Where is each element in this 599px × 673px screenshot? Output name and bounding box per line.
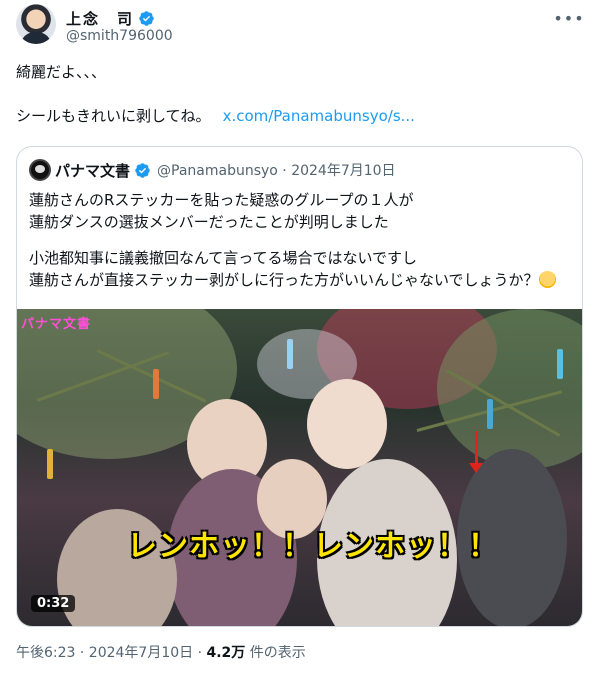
quoted-text-line: 蓮舫ダンスの選抜メンバーだったことが判明しました [29,213,389,231]
quoted-handle-date: @Panamabunsyo · 2024年7月10日 [157,163,396,179]
quoted-text-line: 蓮舫さんが直接ステッカー剥がしに行った方がいいんじゃないでしょうか？ [29,269,569,291]
red-arrow-annotation [469,431,483,473]
avatar[interactable] [16,4,56,44]
view-count-label: 件の表示 [245,645,306,661]
verified-badge-icon [139,11,154,26]
quoted-tweet[interactable]: パナマ文書 @Panamabunsyo · 2024年7月10日 蓮舫さんのRス… [16,146,583,627]
view-count: 4.2万 [206,645,246,661]
tweet-text-line: 綺麗だよ、、、 [16,63,107,81]
thinking-face-emoji-icon [538,271,556,288]
tanzaku-strip [153,369,159,399]
author-display-name[interactable]: 上念 司 [66,8,134,29]
author-name-row: 上念 司 [66,8,155,29]
tweet-text: 綺麗だよ、、、 シールもきれいに剥してね。 x.com/Panamabunsyo/… [16,62,576,126]
quoted-avatar[interactable] [29,159,51,181]
quoted-text-segment: 蓮舫さんが直接ステッカー剥がしに行った方がいいんじゃないでしょうか？ [29,271,539,289]
quoted-display-name[interactable]: パナマ文書 [55,160,130,181]
author-handle[interactable]: @smith796000 [66,28,173,44]
video-duration-badge: 0:32 [31,595,76,612]
tweet-meta: 午後6:23 · 2024年7月10日 · 4.2万 件の表示 [16,642,306,662]
more-options-icon[interactable]: ••• [553,8,583,28]
video-watermark-label: パナマ文書 [21,317,92,332]
tanzaku-strip [487,399,493,429]
quoted-text-line: 小池都知事に議義撤回なんて言ってる場合ではないですし [29,249,418,267]
tanzaku-strip [47,449,53,479]
tanzaku-strip [557,349,563,379]
tweet-text-segment: シールもきれいに剥してね。 [16,107,211,125]
verified-badge-icon [135,162,150,178]
quoted-text-line: 蓮舫さんのRステッカーを貼った疑惑のグループの１人が [29,191,414,209]
tanzaku-strip [287,339,293,369]
tweet-text-spacer [16,82,576,106]
video-caption: レンホッ！！レンホッ！！ [127,529,499,564]
video-player[interactable]: パナマ文書 レンホッ！！レンホッ！！ 0:32 [17,309,582,626]
crowd-person [307,379,387,469]
tweet-header: 上念 司 @smith796000 ••• [16,4,584,48]
tweet-link[interactable]: x.com/Panamabunsyo/s... [223,107,415,125]
tweet-text-line: シールもきれいに剥してね。 x.com/Panamabunsyo/s... [16,106,576,126]
quoted-tweet-header: パナマ文書 @Panamabunsyo · 2024年7月10日 [29,159,396,181]
quoted-tweet-text: 蓮舫さんのRステッカーを貼った疑惑のグループの１人が 蓮舫ダンスの選抜メンバーだ… [29,189,569,291]
tweet-timestamp[interactable]: 午後6:23 · 2024年7月10日 · [16,645,207,661]
quoted-text-spacer [29,233,569,247]
